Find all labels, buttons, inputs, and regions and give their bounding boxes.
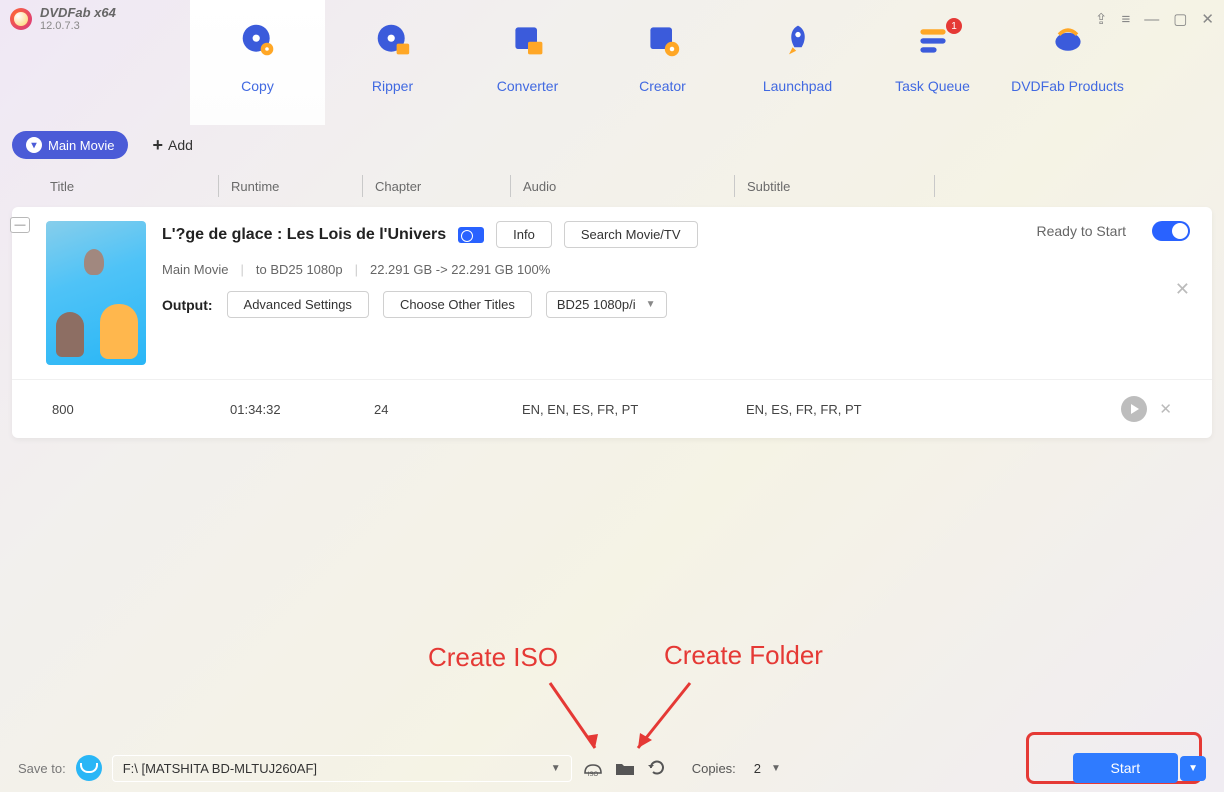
create-folder-button[interactable] [614, 758, 636, 778]
annotation-folder: Create Folder [664, 640, 823, 671]
creator-icon [643, 20, 683, 60]
tab-copy[interactable]: Copy [190, 0, 325, 125]
maximize-icon[interactable]: ▢ [1173, 10, 1187, 28]
converter-icon [508, 20, 548, 60]
create-iso-button[interactable]: ISO [582, 758, 604, 778]
copies-value: 2 [754, 761, 761, 776]
minimize-icon[interactable]: — [1144, 11, 1159, 28]
row-chapter: 24 [374, 402, 522, 417]
remove-button[interactable]: ✕ [1175, 279, 1190, 300]
movie-card: — L'?ge de glace : Les Lois de l'Univers… [12, 207, 1212, 438]
chevron-down-icon: ▾ [26, 137, 42, 153]
info-button[interactable]: Info [496, 221, 552, 248]
row-subtitle: EN, ES, FR, FR, PT [746, 402, 946, 417]
close-icon[interactable]: ✕ [1201, 10, 1214, 28]
col-chapter: Chapter [362, 175, 510, 197]
svg-text:ISO: ISO [588, 772, 599, 777]
saveto-label: Save to: [18, 761, 66, 776]
tab-label: Converter [497, 78, 558, 94]
task-badge: 1 [946, 18, 962, 34]
annotation-iso: Create ISO [428, 642, 558, 673]
remove-row-icon[interactable]: ✕ [1159, 400, 1172, 418]
col-title: Title [40, 175, 218, 197]
meta-target: to BD25 1080p [256, 262, 343, 277]
search-movie-button[interactable]: Search Movie/TV [564, 221, 698, 248]
tab-label: Task Queue [895, 78, 970, 94]
tab-label: Launchpad [763, 78, 832, 94]
col-runtime: Runtime [218, 175, 362, 197]
choose-titles-button[interactable]: Choose Other Titles [383, 291, 532, 318]
app-name: DVDFab x64 [40, 6, 116, 20]
app-version: 12.0.7.3 [40, 20, 116, 32]
mode-bar: ▾ Main Movie + Add [0, 125, 1224, 165]
collapse-toggle[interactable]: — [10, 217, 30, 233]
add-button[interactable]: + Add [152, 135, 192, 156]
row-runtime: 01:34:32 [230, 402, 374, 417]
meta-size: 22.291 GB -> 22.291 GB 100% [370, 262, 550, 277]
tab-label: Creator [639, 78, 686, 94]
profile-value: BD25 1080p/i [557, 297, 636, 312]
movie-poster[interactable] [46, 221, 146, 365]
tab-label: Ripper [372, 78, 413, 94]
status-text: Ready to Start [1037, 223, 1127, 239]
row-audio: EN, EN, ES, FR, PT [522, 402, 746, 417]
movie-meta: Main Movie| to BD25 1080p| 22.291 GB -> … [162, 262, 962, 277]
column-headers: Title Runtime Chapter Audio Subtitle [0, 165, 1224, 207]
start-dropdown[interactable]: ▼ [1180, 756, 1206, 781]
output-path: F:\ [MATSHITA BD-MLTUJ260AF] [123, 761, 317, 776]
tab-launchpad[interactable]: Launchpad [730, 0, 865, 125]
drive-icon[interactable] [76, 755, 102, 781]
movie-title: L'?ge de glace : Les Lois de l'Univers [162, 226, 446, 244]
mode-dropdown[interactable]: ▾ Main Movie [12, 131, 128, 159]
disc-copy-icon [238, 20, 278, 60]
tab-label: Copy [241, 78, 274, 94]
disc-ripper-icon [373, 20, 413, 60]
products-icon [1048, 20, 1088, 60]
tab-ripper[interactable]: Ripper [325, 0, 460, 125]
rocket-icon [778, 20, 818, 60]
bluray-badge-icon [458, 227, 484, 243]
tab-task-queue[interactable]: 1 Task Queue [865, 0, 1000, 125]
title-row[interactable]: 800 01:34:32 24 EN, EN, ES, FR, PT EN, E… [12, 379, 1212, 438]
profile-select[interactable]: BD25 1080p/i ▼ [546, 291, 667, 318]
plus-icon: + [152, 135, 163, 156]
copies-label: Copies: [692, 761, 736, 776]
chevron-down-icon: ▼ [771, 763, 781, 774]
copies-select[interactable]: 2 ▼ [746, 758, 789, 779]
meta-mode: Main Movie [162, 262, 228, 277]
mode-label: Main Movie [48, 138, 114, 153]
tab-converter[interactable]: Converter [460, 0, 595, 125]
output-label: Output: [162, 297, 213, 313]
chevron-down-icon: ▼ [646, 299, 656, 310]
tab-label: DVDFab Products [1011, 78, 1124, 94]
row-title: 800 [52, 402, 230, 417]
col-subtitle: Subtitle [734, 175, 934, 197]
col-audio: Audio [510, 175, 734, 197]
tab-creator[interactable]: Creator [595, 0, 730, 125]
enable-toggle[interactable] [1152, 221, 1190, 241]
play-icon[interactable] [1121, 396, 1147, 422]
advanced-settings-button[interactable]: Advanced Settings [227, 291, 369, 318]
refresh-button[interactable] [646, 758, 668, 778]
start-button[interactable]: Start [1073, 753, 1179, 783]
output-path-select[interactable]: F:\ [MATSHITA BD-MLTUJ260AF] ▼ [112, 755, 572, 782]
main-tabs: Copy Ripper Converter Creator Launchpad … [190, 0, 1224, 125]
add-label: Add [168, 137, 193, 153]
chevron-down-icon: ▼ [551, 763, 561, 774]
tab-products[interactable]: DVDFab Products [1000, 0, 1135, 125]
app-logo-icon [10, 8, 32, 30]
bottom-bar: Save to: F:\ [MATSHITA BD-MLTUJ260AF] ▼ … [0, 744, 1224, 792]
